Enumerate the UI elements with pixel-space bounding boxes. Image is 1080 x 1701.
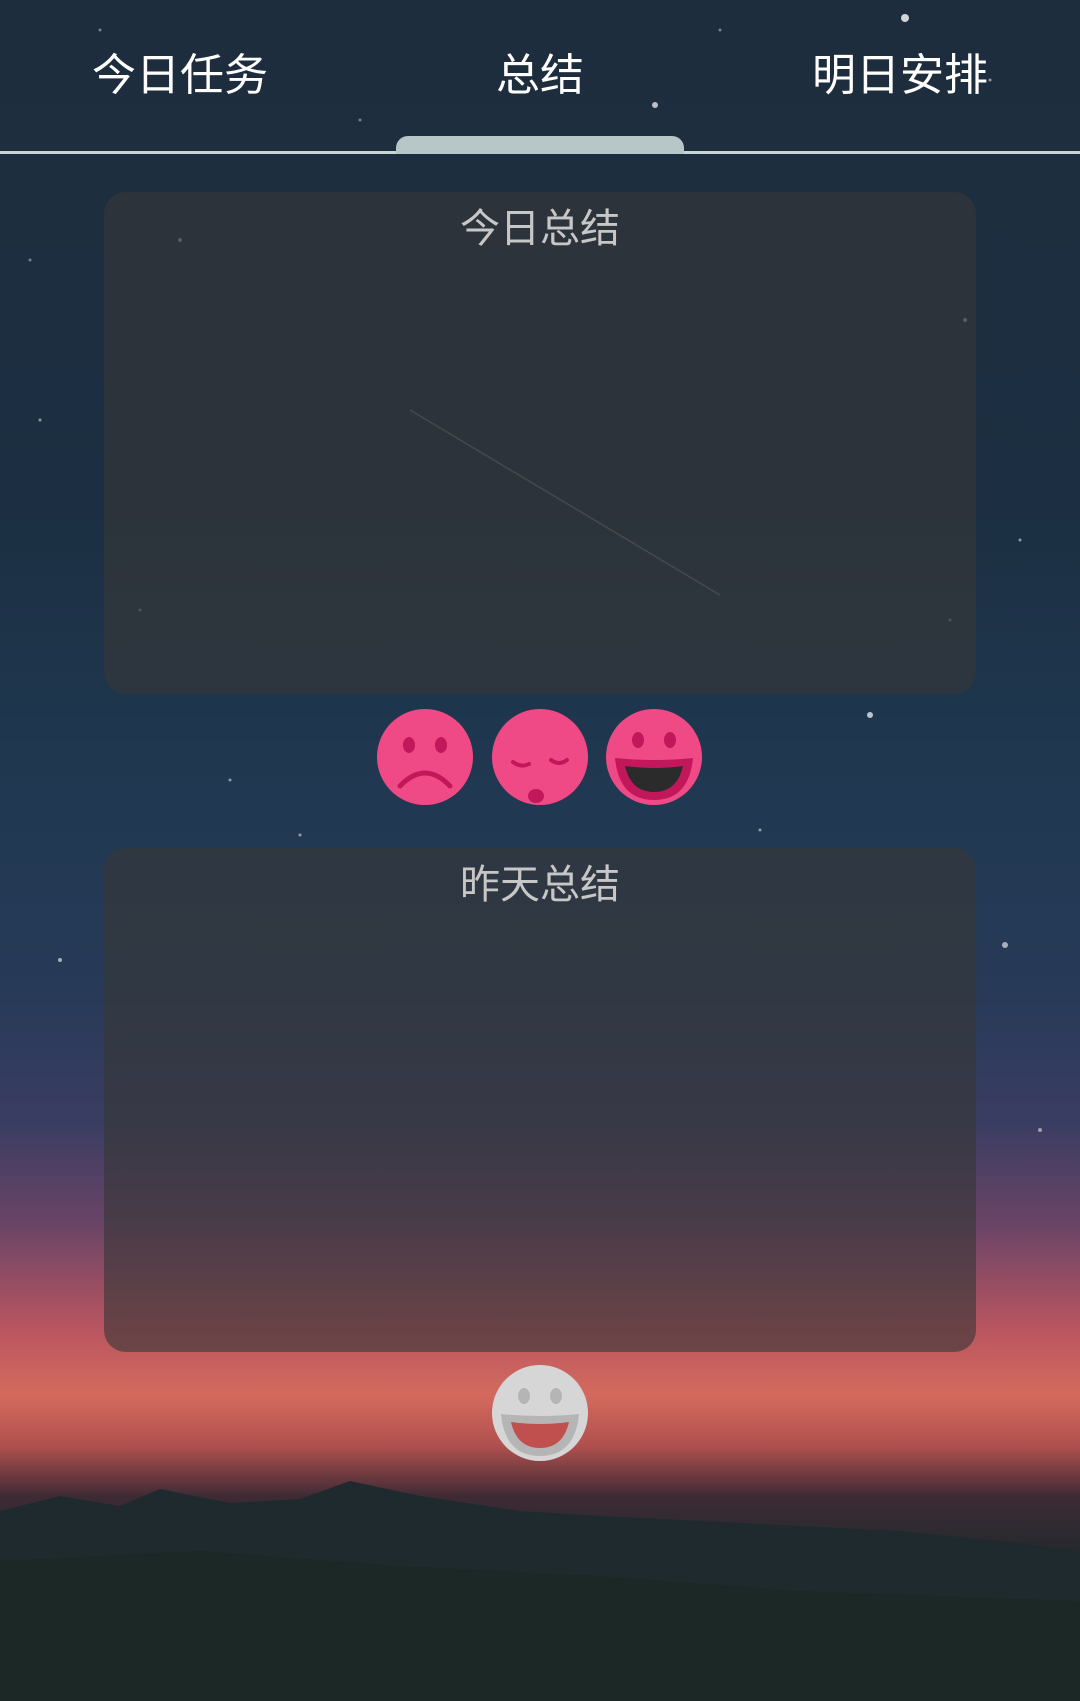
mood-sad-button[interactable] bbox=[376, 708, 474, 806]
grinning-face-icon bbox=[492, 1365, 588, 1461]
tab-summary[interactable]: 总结 bbox=[420, 38, 660, 114]
yesterday-summary-title: 昨天总结 bbox=[460, 862, 620, 908]
mood-sleepy-button[interactable] bbox=[491, 708, 589, 806]
yesterday-mood-indicator bbox=[491, 1364, 589, 1462]
tab-today-tasks[interactable]: 今日任务 bbox=[60, 38, 300, 114]
sad-face-icon bbox=[377, 709, 473, 805]
grinning-face-icon bbox=[606, 709, 702, 805]
yesterday-summary-card: 昨天总结 bbox=[104, 848, 976, 1352]
yesterday-summary-input[interactable] bbox=[134, 918, 950, 1332]
sleepy-face-icon bbox=[492, 709, 588, 805]
tab-bar: 今日任务 总结 明日安排 bbox=[0, 0, 1080, 154]
tab-tomorrow-plan[interactable]: 明日安排 bbox=[780, 38, 1020, 114]
mood-happy-button[interactable] bbox=[605, 708, 703, 806]
today-summary-input[interactable] bbox=[134, 262, 950, 676]
today-summary-title: 今日总结 bbox=[460, 206, 620, 252]
active-tab-indicator bbox=[396, 136, 684, 154]
mountain-silhouette bbox=[0, 1481, 1080, 1701]
today-summary-card: 今日总结 bbox=[104, 192, 976, 694]
